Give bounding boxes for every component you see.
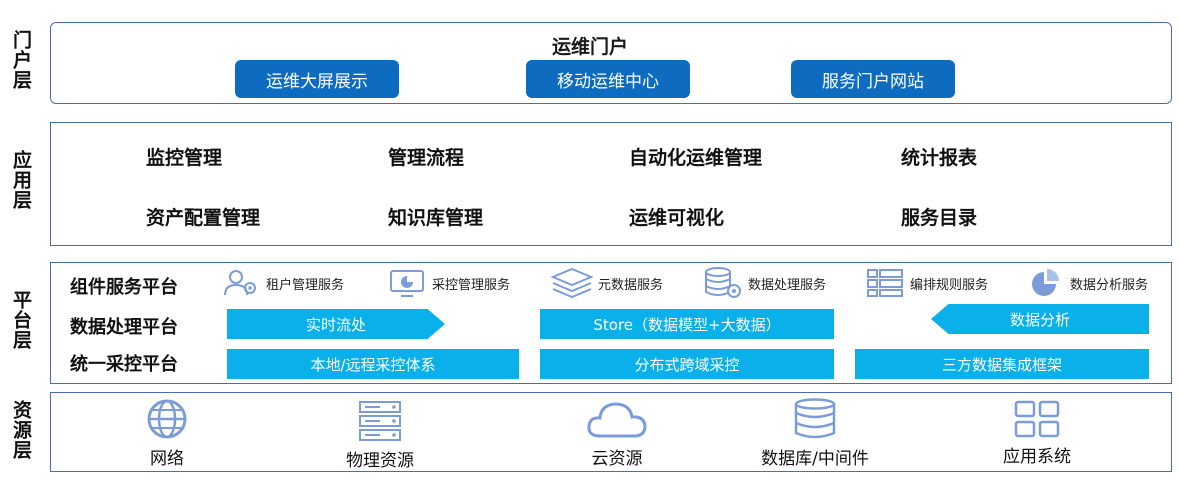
app-item-process: 管理流程 bbox=[388, 147, 465, 169]
layer-label-app: 应用层 bbox=[10, 150, 32, 210]
layers-icon bbox=[550, 267, 594, 299]
service-control: 采控管理服务 bbox=[388, 268, 510, 298]
app-item-asset-config: 资产配置管理 bbox=[146, 207, 261, 229]
service-label: 编排规则服务 bbox=[910, 277, 989, 293]
app-item-monitoring: 监控管理 bbox=[146, 147, 223, 169]
resource-label: 应用系统 bbox=[1003, 447, 1071, 467]
service-label: 采控管理服务 bbox=[432, 277, 511, 293]
app-item-visualization: 运维可视化 bbox=[629, 207, 725, 229]
service-tenant: 租户管理服务 bbox=[222, 268, 344, 298]
analysis-bar: 数据分析 bbox=[931, 304, 1149, 334]
database-gear-icon bbox=[705, 267, 741, 298]
resource-apps: 应用系统 bbox=[967, 400, 1107, 467]
store-bar: Store（数据模型+大数据） bbox=[540, 309, 834, 339]
service-label: 数据处理服务 bbox=[748, 277, 827, 293]
service-data-processing: 数据处理服务 bbox=[702, 266, 826, 300]
platform-row-component: 组件服务平台 bbox=[70, 277, 178, 298]
realtime-stream-bar: 实时流处 bbox=[227, 309, 445, 339]
pie-chart-icon bbox=[1032, 269, 1059, 296]
service-label: 元数据服务 bbox=[598, 277, 664, 293]
layer-label-platform: 平台层 bbox=[10, 290, 32, 350]
portal-button-service-portal[interactable]: 服务门户网站 bbox=[791, 60, 955, 98]
third-party-bar: 三方数据集成框架 bbox=[855, 349, 1149, 379]
portal-title: 运维门户 bbox=[551, 36, 628, 58]
resource-cloud: 云资源 bbox=[547, 400, 687, 469]
resource-network: 网络 bbox=[97, 398, 237, 469]
app-item-automation: 自动化运维管理 bbox=[629, 147, 763, 169]
resource-label: 云资源 bbox=[591, 449, 643, 469]
portal-button-mobile-center[interactable]: 移动运维中心 bbox=[526, 60, 690, 98]
service-label: 数据分析服务 bbox=[1070, 277, 1149, 293]
server-icon bbox=[359, 401, 401, 441]
list-grid-icon bbox=[867, 269, 903, 297]
distributed-bar: 分布式跨域采控 bbox=[540, 349, 834, 379]
database-icon bbox=[794, 398, 836, 439]
resource-label: 网络 bbox=[150, 449, 184, 469]
layer-label-resource: 资源层 bbox=[10, 400, 32, 460]
resource-label: 数据库/中间件 bbox=[761, 449, 869, 469]
resource-label: 物理资源 bbox=[346, 451, 414, 471]
platform-row-processing: 数据处理平台 bbox=[70, 317, 178, 338]
service-orchestration: 编排规则服务 bbox=[866, 268, 988, 298]
service-metadata: 元数据服务 bbox=[550, 266, 663, 300]
service-analysis: 数据分析服务 bbox=[1026, 268, 1148, 298]
globe-icon bbox=[147, 399, 187, 439]
app-grid-icon bbox=[1014, 400, 1060, 438]
portal-button-big-screen[interactable]: 运维大屏展示 bbox=[235, 60, 399, 98]
users-icon bbox=[224, 270, 256, 296]
cloud-icon bbox=[587, 402, 647, 438]
app-item-knowledge: 知识库管理 bbox=[388, 207, 484, 229]
service-label: 租户管理服务 bbox=[266, 277, 345, 293]
local-remote-bar: 本地/远程采控体系 bbox=[227, 349, 519, 379]
monitor-chart-icon bbox=[390, 270, 424, 297]
resource-physical: 物理资源 bbox=[310, 400, 450, 471]
app-item-report: 统计报表 bbox=[901, 147, 978, 169]
app-item-catalog: 服务目录 bbox=[901, 207, 978, 229]
platform-row-collection: 统一采控平台 bbox=[70, 354, 178, 375]
resource-database: 数据库/中间件 bbox=[745, 398, 885, 469]
